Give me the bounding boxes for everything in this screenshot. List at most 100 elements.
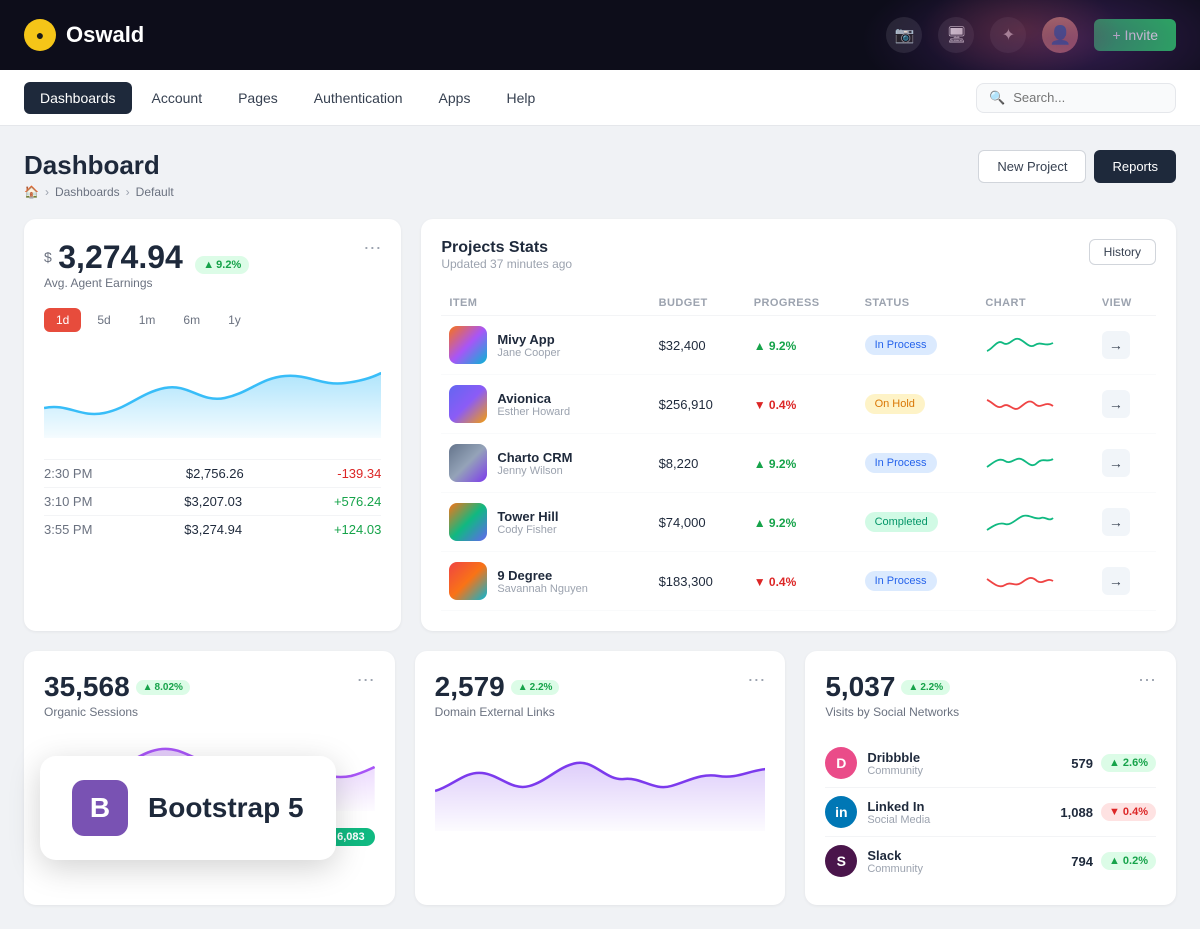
page-header: Dashboard 🏠 › Dashboards › Default New P…	[24, 150, 1176, 199]
cell-progress-charto: ▲ 9.2%	[746, 434, 857, 493]
domain-links-badge: ▲ 2.2%	[511, 680, 560, 695]
search-box: 🔍	[976, 83, 1176, 113]
table-row: 9 Degree Savannah Nguyen $183,300 ▼ 0.4%…	[441, 552, 1156, 611]
domain-chart	[435, 731, 766, 831]
filter-1y[interactable]: 1y	[216, 308, 253, 332]
history-button[interactable]: History	[1089, 239, 1156, 265]
nav-authentication[interactable]: Authentication	[298, 82, 419, 114]
earnings-currency: $	[44, 249, 52, 265]
nav-dashboards[interactable]: Dashboards	[24, 82, 132, 114]
nav-help[interactable]: Help	[490, 82, 551, 114]
project-person-charto: Jenny Wilson	[497, 465, 572, 477]
top-navbar: ● Oswald 📷 🖥 ✦ 👤 + Invite	[0, 0, 1200, 70]
share-icon-btn[interactable]: ✦	[990, 17, 1026, 53]
project-name-charto: Charto CRM	[497, 450, 572, 465]
dribbble-change: ▲ 2.6%	[1101, 754, 1156, 772]
filter-6m[interactable]: 6m	[171, 308, 212, 332]
linkedin-name: Linked In	[867, 799, 930, 814]
sub-navbar: Dashboards Account Pages Authentication …	[0, 70, 1200, 126]
row1-time: 2:30 PM	[44, 466, 92, 481]
cell-budget-tower: $74,000	[651, 493, 746, 552]
dribbble-count: 579	[1071, 756, 1093, 771]
cell-chart-mivy	[977, 316, 1093, 375]
nav-account[interactable]: Account	[136, 82, 219, 114]
home-icon: 🏠	[24, 185, 39, 199]
cell-progress-avionica: ▼ 0.4%	[746, 375, 857, 434]
projects-title-area: Projects Stats Updated 37 minutes ago	[441, 239, 572, 287]
social-item-slack: S Slack Community 794 ▲ 0.2%	[825, 837, 1156, 885]
earnings-label: Avg. Agent Earnings	[44, 276, 249, 290]
cell-budget-avionica: $256,910	[651, 375, 746, 434]
projects-title: Projects Stats	[441, 239, 572, 257]
nav-apps[interactable]: Apps	[423, 82, 487, 114]
cell-view-charto: →	[1094, 434, 1156, 493]
domain-links-card: 2,579 ▲ 2.2% Domain External Links ⋯	[415, 651, 786, 905]
slack-name: Slack	[867, 848, 923, 863]
screen-icon-btn[interactable]: 🖥	[938, 17, 974, 53]
cell-status-charto: In Process	[857, 434, 978, 493]
view-tower-btn[interactable]: →	[1102, 508, 1130, 536]
nav-pages[interactable]: Pages	[222, 82, 294, 114]
project-name-9degree: 9 Degree	[497, 568, 588, 583]
cell-status-tower: Completed	[857, 493, 978, 552]
search-icon: 🔍	[989, 90, 1005, 106]
view-mivy-btn[interactable]: →	[1102, 331, 1130, 359]
cell-progress-tower: ▲ 9.2%	[746, 493, 857, 552]
linkedin-info: in Linked In Social Media	[825, 796, 930, 828]
row2-change: +576.24	[334, 494, 381, 509]
thumb-tower	[449, 503, 487, 541]
logo-text: Oswald	[66, 22, 144, 48]
view-9degree-btn[interactable]: →	[1102, 567, 1130, 595]
bootstrap-text: Bootstrap 5	[148, 792, 304, 824]
view-avionica-btn[interactable]: →	[1102, 390, 1130, 418]
social-item-dribbble: D Dribbble Community 579 ▲ 2.6%	[825, 739, 1156, 788]
earnings-amount-area: $ 3,274.94 ▲ 9.2% Avg. Agent Earnings	[44, 239, 249, 304]
logo-icon: ●	[24, 19, 56, 51]
row1-amount: $2,756.26	[186, 466, 244, 481]
cell-item-9degree: 9 Degree Savannah Nguyen	[441, 552, 650, 611]
reports-button[interactable]: Reports	[1094, 150, 1176, 183]
dribbble-icon: D	[825, 747, 857, 779]
domain-more-button[interactable]: ⋯	[747, 671, 765, 689]
page-title: Dashboard	[24, 150, 174, 181]
avatar[interactable]: 👤	[1042, 17, 1078, 53]
earnings-amount: 3,274.94	[58, 239, 183, 275]
social-item-linkedin: in Linked In Social Media 1,088 ▼ 0.4%	[825, 788, 1156, 837]
row2-time: 3:10 PM	[44, 494, 92, 509]
social-number: 5,037	[825, 671, 895, 703]
search-input[interactable]	[1013, 90, 1163, 105]
earnings-row-3: 3:55 PM $3,274.94 +124.03	[44, 515, 381, 543]
social-label: Visits by Social Networks	[825, 705, 959, 719]
social-more-button[interactable]: ⋯	[1138, 671, 1156, 689]
new-project-button[interactable]: New Project	[978, 150, 1086, 183]
projects-card: Projects Stats Updated 37 minutes ago Hi…	[421, 219, 1176, 631]
cell-status-9degree: In Process	[857, 552, 978, 611]
thumb-avionica	[449, 385, 487, 423]
earnings-row-1: 2:30 PM $2,756.26 -139.34	[44, 459, 381, 487]
linkedin-count: 1,088	[1060, 805, 1093, 820]
breadcrumb-default: Default	[136, 185, 174, 199]
organic-sessions-badge: ▲ 8.02%	[136, 680, 190, 695]
filter-1d[interactable]: 1d	[44, 308, 81, 332]
cell-budget-mivy: $32,400	[651, 316, 746, 375]
organic-more-button[interactable]: ⋯	[357, 671, 375, 689]
project-person-tower: Cody Fisher	[497, 524, 558, 536]
filter-5d[interactable]: 5d	[85, 308, 122, 332]
organic-sessions-number: 35,568	[44, 671, 130, 703]
invite-button[interactable]: + Invite	[1094, 19, 1176, 51]
filter-1m[interactable]: 1m	[127, 308, 168, 332]
earnings-card: $ 3,274.94 ▲ 9.2% Avg. Agent Earnings ⋯ …	[24, 219, 401, 631]
sep2: ›	[126, 185, 130, 199]
view-charto-btn[interactable]: →	[1102, 449, 1130, 477]
earnings-row-2: 3:10 PM $3,207.03 +576.24	[44, 487, 381, 515]
social-networks-card: 5,037 ▲ 2.2% Visits by Social Networks ⋯…	[805, 651, 1176, 905]
cell-item-tower: Tower Hill Cody Fisher	[441, 493, 650, 552]
earnings-more-button[interactable]: ⋯	[363, 239, 381, 257]
projects-table: ITEM BUDGET PROGRESS STATUS CHART VIEW	[441, 291, 1156, 611]
camera-icon-btn[interactable]: 📷	[886, 17, 922, 53]
domain-links-label: Domain External Links	[435, 705, 560, 719]
cell-view-avionica: →	[1094, 375, 1156, 434]
cell-view-tower: →	[1094, 493, 1156, 552]
cell-budget-charto: $8,220	[651, 434, 746, 493]
cell-view-9degree: →	[1094, 552, 1156, 611]
